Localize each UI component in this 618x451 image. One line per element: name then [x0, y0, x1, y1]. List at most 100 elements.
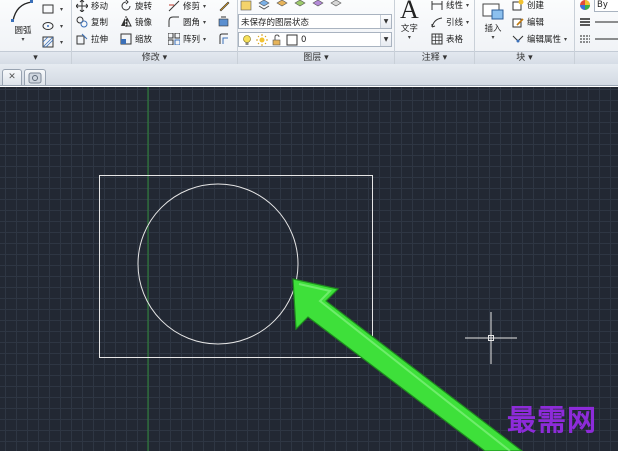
edit-attributes-dropdown-caret[interactable]: ▾: [564, 36, 567, 43]
create-label: 创建: [527, 1, 545, 11]
insert-dropdown-caret[interactable]: ▾: [491, 34, 494, 41]
offset-tool[interactable]: [218, 31, 233, 47]
edit-label: 编辑: [527, 18, 545, 28]
table-icon: [431, 33, 443, 45]
layer-freeze-icon[interactable]: [276, 0, 288, 11]
ellipse-dropdown-caret[interactable]: ▾: [60, 23, 63, 30]
chevron-down-icon[interactable]: ▼: [380, 33, 391, 46]
layer-lock-icon[interactable]: [312, 0, 324, 11]
array-dropdown-caret[interactable]: ▾: [203, 36, 206, 43]
move-button[interactable]: 移动: [75, 0, 120, 13]
copy-button[interactable]: 复制: [76, 16, 120, 28]
draw-panel-footer[interactable]: ▾: [0, 51, 71, 64]
annotation-panel: A 文字 ▾ 线性 ▾ 引线 ▾ 表格 注释 ▾: [395, 0, 475, 64]
fillet-dropdown-caret[interactable]: ▾: [203, 19, 206, 26]
layer-state-combo[interactable]: 未保存的图层状态 ▼: [238, 14, 392, 29]
stretch-button[interactable]: 拉伸: [76, 33, 120, 45]
text-label: 文字: [400, 24, 418, 34]
rectangle-dropdown-caret[interactable]: ▾: [60, 6, 63, 13]
block-panel: 插入 ▾ 创建 编辑 编辑属性 ▾ 块 ▾: [475, 0, 575, 64]
layer-match-icon[interactable]: [330, 0, 342, 11]
circle-entity[interactable]: [137, 183, 299, 345]
hatch-tool[interactable]: ▾: [42, 34, 63, 50]
linetype-icon[interactable]: [579, 33, 591, 45]
edit-attributes-icon: [512, 33, 524, 45]
arc-dropdown-caret[interactable]: ▾: [21, 36, 24, 43]
lightbulb-icon: [241, 34, 253, 46]
leader-label: 引线: [446, 18, 464, 28]
create-block-icon: [512, 0, 524, 11]
trim-label: 修剪: [183, 2, 201, 12]
pointer-arrow: [292, 278, 523, 451]
erase-tool[interactable]: [218, 0, 233, 14]
fillet-button[interactable]: 圆角 ▾: [168, 16, 206, 28]
new-tab-button[interactable]: [24, 69, 46, 85]
fillet-icon: [168, 16, 180, 28]
linetype-preview[interactable]: [594, 33, 618, 45]
trim-dropdown-caret[interactable]: ▾: [203, 3, 206, 10]
properties-panel-footer[interactable]: [575, 51, 618, 64]
linear-dimension-icon: [431, 0, 443, 11]
chevron-down-icon[interactable]: ▼: [380, 15, 391, 28]
linear-dimension-button[interactable]: 线性 ▾: [431, 0, 469, 11]
properties-panel: By: [575, 0, 618, 64]
ellipse-icon: [42, 20, 54, 32]
modify-panel-footer[interactable]: 修改 ▾: [72, 51, 237, 64]
rotate-button[interactable]: 旋转: [120, 0, 168, 12]
layer-isolate-icon[interactable]: [258, 0, 270, 11]
move-label: 移动: [91, 2, 109, 12]
trim-icon: [168, 0, 180, 12]
scale-label: 缩放: [135, 35, 153, 45]
array-button[interactable]: 阵列 ▾: [167, 32, 206, 46]
current-layer-value: 0: [301, 34, 307, 45]
close-tab-button[interactable]: ✕: [2, 69, 22, 85]
insert-button[interactable]: 插入 ▾: [481, 0, 505, 41]
drawing-canvas[interactable]: [0, 87, 618, 451]
linear-label: 线性: [446, 1, 464, 11]
color-wheel-icon[interactable]: [579, 0, 591, 11]
rotate-icon: [120, 0, 132, 12]
rectangle-tool[interactable]: ▾: [42, 1, 63, 17]
text-button[interactable]: A 文字 ▾: [400, 0, 419, 41]
explode-tool[interactable]: [218, 14, 233, 30]
array-label: 阵列: [183, 35, 201, 45]
linear-dropdown-caret[interactable]: ▾: [466, 2, 469, 9]
modify-panel: 移动 旋转 修剪 ▾ 复制 镜像 圆角 ▾ 拉伸 缩放 阵列 ▾ 修改 ▾: [72, 0, 238, 64]
arc-icon: [11, 0, 33, 22]
color-combo[interactable]: By: [594, 0, 618, 12]
mirror-icon: [120, 16, 132, 28]
layer-tool-row: [240, 0, 345, 13]
edit-attributes-button[interactable]: 编辑属性 ▾: [512, 33, 567, 45]
bylayer-value: By: [597, 0, 608, 10]
block-panel-footer[interactable]: 块 ▾: [475, 51, 574, 64]
layer-state-value: 未保存的图层状态: [241, 17, 310, 28]
insert-label: 插入: [484, 24, 502, 34]
scale-button[interactable]: 缩放: [120, 33, 168, 45]
lineweight-preview[interactable]: [594, 16, 618, 28]
arc-button[interactable]: 圆弧 ▾: [8, 0, 38, 43]
stretch-icon: [76, 33, 88, 45]
mirror-button[interactable]: 镜像: [120, 16, 168, 28]
table-button[interactable]: 表格: [431, 33, 463, 45]
unlock-icon: [271, 33, 283, 46]
ribbon: 圆弧 ▾ ▾ ▾ ▾ ▾ 移动 旋转 修剪 ▾ 复制 镜像 圆角 ▾ 拉伸 缩放…: [0, 0, 618, 64]
ellipse-tool[interactable]: ▾: [42, 18, 63, 34]
edit-block-icon: [512, 16, 524, 28]
layers-panel-footer[interactable]: 图层 ▾: [238, 51, 394, 64]
annotation-panel-footer[interactable]: 注释 ▾: [395, 51, 474, 64]
create-block-button[interactable]: 创建: [512, 0, 544, 11]
hatch-dropdown-caret[interactable]: ▾: [60, 39, 63, 46]
text-dropdown-caret[interactable]: ▾: [408, 34, 411, 41]
new-tab-icon: [28, 72, 42, 84]
layer-properties-icon[interactable]: [240, 0, 252, 11]
offset-icon: [218, 33, 230, 45]
lineweight-icon[interactable]: [579, 16, 591, 28]
trim-button[interactable]: 修剪 ▾: [168, 0, 206, 12]
edit-block-button[interactable]: 编辑: [512, 16, 544, 28]
leader-button[interactable]: 引线 ▾: [431, 16, 469, 28]
current-layer-combo[interactable]: 0 ▼: [238, 32, 392, 47]
crosshair-cursor: [465, 312, 517, 364]
watermark-text: 最需网: [507, 403, 598, 437]
leader-dropdown-caret[interactable]: ▾: [466, 19, 469, 26]
layer-off-icon[interactable]: [294, 0, 306, 11]
